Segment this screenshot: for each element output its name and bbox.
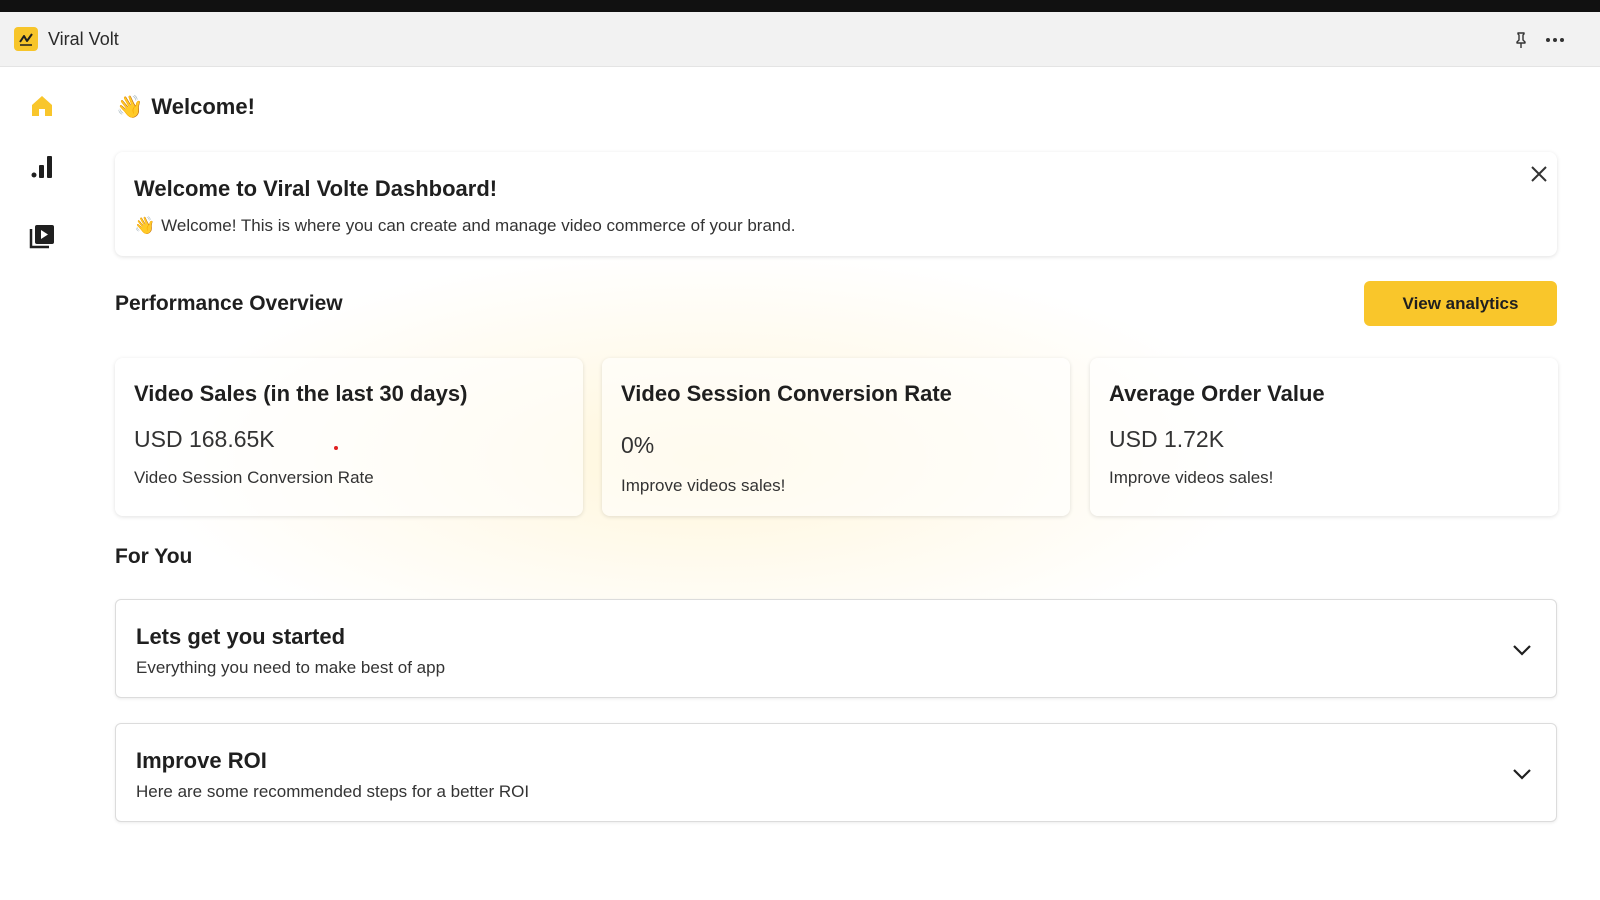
sidebar-item-analytics[interactable] <box>26 150 58 182</box>
sidebar <box>0 68 86 900</box>
more-options-icon[interactable] <box>1544 30 1566 50</box>
app-logo-icon <box>14 27 38 51</box>
chevron-down-icon[interactable] <box>1510 638 1534 662</box>
banner-text: Welcome! This is where you can create an… <box>161 216 796 235</box>
app-title: Viral Volt <box>48 29 119 49</box>
metric-subtitle: Improve videos sales! <box>621 476 786 495</box>
page-title-text: Welcome! <box>151 94 255 119</box>
video-library-icon <box>29 225 54 249</box>
title-bar: Viral Volt <box>0 12 1600 67</box>
window-top-border <box>0 0 1600 12</box>
bar-chart-icon <box>31 156 52 178</box>
home-icon <box>32 96 52 116</box>
metric-card-video-sales: Video Sales (in the last 30 days) USD 16… <box>115 358 583 516</box>
sidebar-item-videos[interactable] <box>26 220 58 252</box>
accordion-get-started[interactable]: Lets get you started Everything you need… <box>115 599 1557 698</box>
accordion-subtitle: Here are some recommended steps for a be… <box>136 782 530 801</box>
accordion-title: Improve ROI <box>136 748 267 773</box>
wave-emoji-icon: 👋 <box>134 216 156 236</box>
metric-subtitle: Improve videos sales! <box>1109 468 1274 487</box>
chevron-down-icon[interactable] <box>1510 762 1534 786</box>
performance-overview-title: Performance Overview <box>115 292 343 315</box>
wave-emoji-icon: 👋 <box>116 94 144 120</box>
accordion-subtitle: Everything you need to make best of app <box>136 658 446 677</box>
pin-icon[interactable] <box>1511 30 1531 50</box>
page-title: 👋 Welcome! <box>116 94 255 120</box>
metric-value: USD 168.65K <box>134 426 275 452</box>
sidebar-item-home[interactable] <box>26 90 58 122</box>
banner-text-row: 👋 Welcome! This is where you can create … <box>134 216 796 236</box>
view-analytics-button[interactable]: View analytics <box>1364 281 1557 326</box>
metric-title: Video Sales (in the last 30 days) <box>134 381 468 406</box>
accordion-improve-roi[interactable]: Improve ROI Here are some recommended st… <box>115 723 1557 822</box>
for-you-title: For You <box>115 545 193 568</box>
cursor-dot <box>334 446 338 450</box>
welcome-banner: Welcome to Viral Volte Dashboard! 👋 Welc… <box>115 152 1557 256</box>
metric-card-conversion-rate: Video Session Conversion Rate 0% Improve… <box>602 358 1070 516</box>
metric-title: Video Session Conversion Rate <box>621 381 952 406</box>
metric-value: USD 1.72K <box>1109 426 1225 452</box>
metric-card-average-order-value: Average Order Value USD 1.72K Improve vi… <box>1090 358 1558 516</box>
banner-title: Welcome to Viral Volte Dashboard! <box>134 176 498 201</box>
close-banner-button[interactable] <box>1527 162 1551 186</box>
close-icon <box>1531 166 1547 182</box>
metric-title: Average Order Value <box>1109 381 1325 406</box>
metric-subtitle: Video Session Conversion Rate <box>134 468 374 487</box>
main-content: 👋 Welcome! Welcome to Viral Volte Dashbo… <box>86 68 1600 900</box>
accordion-title: Lets get you started <box>136 624 346 649</box>
metric-value: 0% <box>621 432 655 458</box>
